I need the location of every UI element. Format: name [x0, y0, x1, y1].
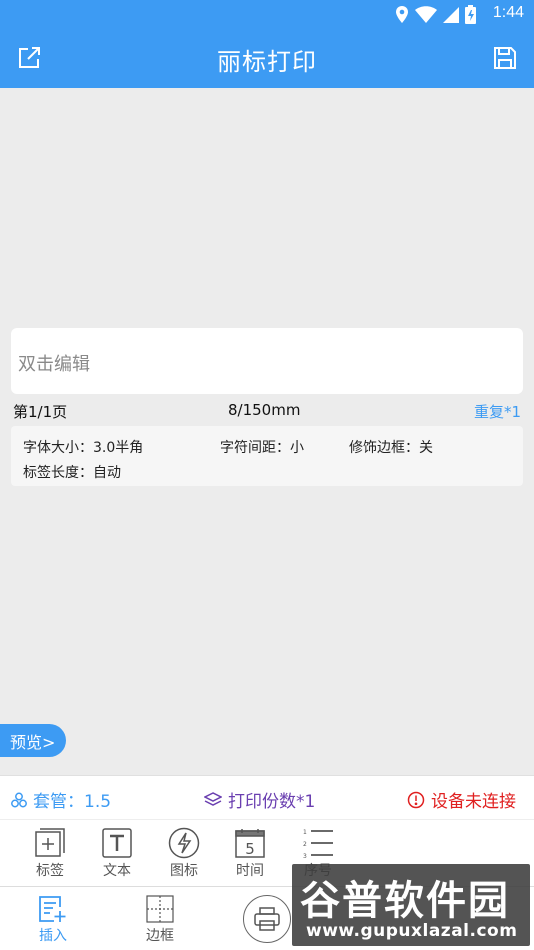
tool-label[interactable]: 标签	[22, 826, 78, 880]
numbered-list-icon: 1 2 3	[303, 829, 333, 858]
clock: 1:44	[492, 4, 524, 21]
copies-label: 打印份数*1	[228, 792, 316, 812]
tool-text[interactable]: 文本	[89, 826, 145, 880]
device-status-label: 设备未连接	[431, 792, 516, 812]
calendar-icon: 5	[235, 829, 265, 858]
format-info[interactable]: 字体大小：3.0半角 字符间距：小 修饰边框：关 标签长度：自动	[11, 426, 523, 486]
print-status-bar: 套管：1.5 打印份数*1 设备未连接	[0, 775, 534, 819]
location-icon	[396, 6, 408, 23]
char-spacing-info: 字符间距：小	[220, 440, 304, 456]
page-title: 丽标打印	[217, 48, 317, 76]
border-info: 修饰边框：关	[349, 440, 433, 456]
label-length-info: 标签长度：自动	[23, 465, 121, 481]
label-icon	[35, 828, 65, 857]
watermark-title: 谷普软件园	[300, 878, 510, 924]
tool-icon[interactable]: 图标	[156, 826, 212, 880]
svg-text:1: 1	[303, 829, 307, 836]
nav-border[interactable]: 边框	[132, 893, 188, 945]
svg-text:2: 2	[303, 841, 307, 848]
bolt-icon	[168, 827, 200, 859]
printer-icon	[254, 907, 280, 931]
nav-insert-label: 插入	[39, 928, 67, 944]
layers-icon	[204, 791, 222, 806]
status-bar: 1:44	[0, 0, 534, 28]
watermark-url: www.gupuxlazal.com	[306, 921, 518, 941]
status-icons	[395, 5, 476, 24]
battery-icon	[465, 5, 476, 24]
alert-icon	[407, 791, 425, 808]
text-icon	[102, 828, 132, 858]
wifi-icon	[415, 6, 437, 23]
tool-icon-label: 图标	[170, 863, 198, 879]
svg-text:3: 3	[303, 853, 307, 858]
save-button[interactable]	[489, 42, 521, 74]
repeat-button[interactable]: 重复*1	[474, 401, 521, 422]
watermark-logo: 谷普软件园 www.gupuxlazal.com	[292, 864, 530, 946]
sleeve-label: 套管：1.5	[33, 792, 112, 812]
save-icon	[494, 47, 516, 69]
nav-border-label: 边框	[146, 928, 174, 944]
insert-icon	[39, 896, 66, 922]
device-status[interactable]: 设备未连接	[407, 787, 516, 812]
label-editor[interactable]: 双击编辑	[11, 328, 523, 394]
nav-insert[interactable]: 插入	[25, 893, 81, 945]
sleeve-icon	[11, 792, 27, 807]
sleeve-setting[interactable]: 套管：1.5	[11, 787, 111, 812]
border-icon	[146, 895, 174, 923]
label-placeholder: 双击编辑	[18, 354, 90, 375]
tool-time-label: 时间	[236, 863, 264, 879]
preview-button[interactable]: 预览>	[0, 724, 66, 757]
font-size-info: 字体大小：3.0半角	[23, 440, 144, 456]
page-indicator: 第1/1页	[13, 403, 68, 421]
label-size: 8/150mm	[228, 401, 301, 419]
label-meta: 第1/1页 8/150mm 重复*1	[13, 401, 521, 423]
app-bar: 丽标打印	[0, 28, 534, 88]
print-button[interactable]	[243, 895, 291, 943]
signal-icon	[443, 6, 459, 23]
tool-label-text: 标签	[36, 863, 64, 879]
tool-text-label: 文本	[103, 863, 131, 879]
tool-time[interactable]: 5 时间	[222, 826, 278, 880]
svg-text:5: 5	[245, 840, 255, 858]
copies-setting[interactable]: 打印份数*1	[204, 787, 315, 812]
